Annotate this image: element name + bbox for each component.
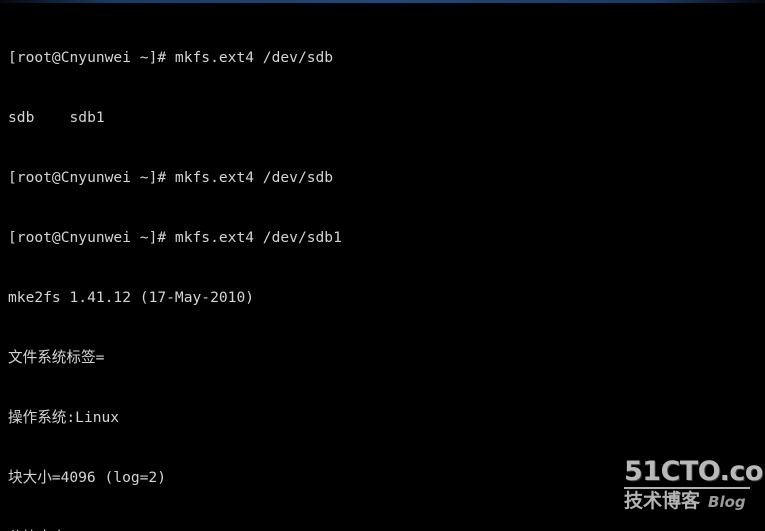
terminal-line: 块大小=4096 (log=2): [8, 469, 167, 486]
terminal-line: 操作系统:Linux: [8, 409, 120, 426]
terminal-window: [root@Cnyunwei ~]# mkfs.ext4 /dev/sdb sd…: [0, 0, 765, 531]
terminal-line: [root@Cnyunwei ~]# mkfs.ext4 /dev/sdb1: [8, 229, 342, 246]
terminal-line: [root@Cnyunwei ~]# mkfs.ext4 /dev/sdb: [8, 49, 334, 66]
terminal-output-area[interactable]: [root@Cnyunwei ~]# mkfs.ext4 /dev/sdb sd…: [0, 3, 765, 531]
terminal-line: mke2fs 1.41.12 (17-May-2010): [8, 289, 255, 306]
terminal-line: [root@Cnyunwei ~]# mkfs.ext4 /dev/sdb: [8, 169, 334, 186]
terminal-line: 文件系统标签=: [8, 349, 105, 366]
terminal-line: sdb sdb1: [8, 109, 105, 126]
